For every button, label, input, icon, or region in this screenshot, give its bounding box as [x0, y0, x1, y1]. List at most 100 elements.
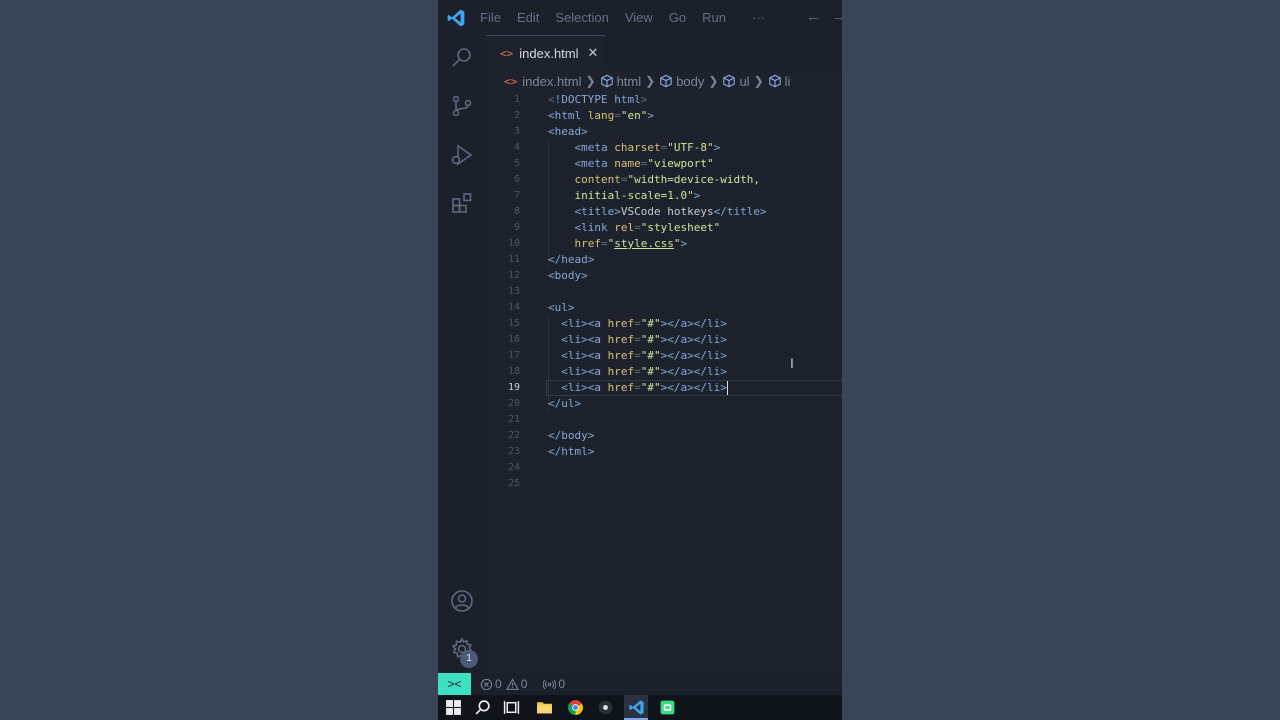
code-line[interactable]: 15 <li><a href="#"></a></li> — [486, 316, 842, 332]
settings-update-badge: 1 — [460, 650, 478, 668]
element-symbol-icon — [768, 74, 781, 88]
line-number: 5 — [513, 158, 520, 169]
close-tab-icon[interactable]: ✕ — [588, 45, 599, 61]
code-line[interactable]: 3 <head> — [486, 124, 842, 140]
attr-value: "width=device-width, — [627, 173, 760, 186]
explorer-search-icon[interactable] — [450, 46, 474, 70]
menu-selection[interactable]: Selection — [555, 10, 608, 25]
vscode-logo-icon[interactable] — [446, 8, 466, 28]
remote-window-icon[interactable]: >< — [438, 673, 471, 695]
breadcrumb-item-ul[interactable]: ul — [739, 74, 749, 89]
code-line[interactable]: 25 — [486, 476, 842, 492]
menu-view[interactable]: View — [625, 10, 653, 25]
code-line[interactable]: 18 <li><a href="#"></a></li> — [486, 364, 842, 380]
file-explorer-icon[interactable] — [536, 699, 553, 716]
mouse-ibeam-cursor-icon: I — [790, 355, 794, 371]
title-text: VSCode hotkeys — [620, 205, 714, 218]
breadcrumb-item-file[interactable]: index.html — [522, 74, 581, 89]
warning-icon — [505, 677, 519, 690]
code-line[interactable]: 14 <ul> — [486, 300, 842, 316]
status-bar: >< 0 0 0 — [438, 673, 842, 695]
line-number: 7 — [513, 190, 520, 201]
attr-value: "#" — [640, 317, 661, 330]
line-number: 11 — [507, 254, 520, 265]
code-line[interactable]: 12 <body> — [486, 268, 842, 284]
code-line[interactable]: 22 </body> — [486, 428, 842, 444]
stylesheet-link[interactable]: style.css — [614, 237, 674, 250]
breadcrumb-item-li[interactable]: li — [785, 74, 791, 89]
element-symbol-icon — [723, 74, 736, 88]
text-cursor — [726, 381, 728, 395]
chrome-icon[interactable] — [567, 699, 584, 716]
chevron-right-icon: ❯ — [645, 74, 656, 88]
warning-count: 0 — [520, 677, 528, 691]
code-line[interactable]: 5 <meta name="viewport" — [486, 156, 842, 172]
ports-status[interactable]: 0 — [543, 677, 565, 691]
menu-file[interactable]: File — [480, 10, 501, 25]
code-line[interactable]: 24 — [486, 460, 842, 476]
code-line[interactable]: 13 — [486, 284, 842, 300]
editor-area: <> index.html ✕ <> index.html ❯ html ❯ b… — [486, 35, 842, 673]
code-line[interactable]: 17 <li><a href="#"></a></li> — [486, 348, 842, 364]
navigate-forward-icon[interactable]: → — [832, 8, 842, 25]
line-number: 15 — [507, 318, 520, 329]
task-view-icon[interactable] — [503, 699, 520, 716]
element-symbol-icon — [600, 74, 613, 88]
android-studio-icon[interactable] — [659, 699, 676, 716]
chevron-right-icon: ❯ — [753, 74, 764, 88]
taskbar-search-icon[interactable] — [474, 699, 491, 716]
vscode-taskbar-icon[interactable] — [628, 699, 645, 716]
menu-run[interactable]: Run — [702, 10, 726, 25]
code-line[interactable]: 9 <link rel="stylesheet" — [486, 220, 842, 236]
attr-value: "UTF-8" — [667, 141, 714, 154]
windows-start-icon[interactable] — [445, 699, 462, 716]
menu-more-icon[interactable]: ··· — [752, 10, 765, 25]
broadcast-icon — [543, 679, 557, 689]
navigate-back-icon[interactable]: ← — [806, 8, 821, 25]
tab-bar: <> index.html ✕ — [486, 35, 842, 70]
line-number: 9 — [513, 222, 520, 233]
tab-index-html[interactable]: <> index.html ✕ — [486, 35, 605, 70]
code-line[interactable]: 21 — [486, 412, 842, 428]
extensions-icon[interactable] — [450, 191, 474, 215]
code-line-current[interactable]: 19 <li><a href="#"></a></li> — [486, 380, 842, 396]
code-line[interactable]: 1 <!DOCTYPE html> — [486, 92, 842, 108]
code-line[interactable]: 20 </ul> — [486, 396, 842, 412]
code-line[interactable]: 8 <title>VSCode hotkeys</title> — [486, 204, 842, 220]
account-icon[interactable] — [450, 589, 474, 613]
line-number: 4 — [513, 142, 520, 153]
line-number: 24 — [507, 462, 520, 473]
run-debug-icon[interactable] — [450, 143, 474, 167]
line-number: 19 — [507, 382, 520, 393]
line-number: 14 — [507, 302, 520, 313]
code-line[interactable]: 6 content="width=device-width, — [486, 172, 842, 188]
attr-value: initial-scale=1.0" — [574, 189, 694, 202]
breadcrumb: <> index.html ❯ html ❯ body ❯ ul ❯ li — [486, 70, 842, 92]
source-control-icon[interactable] — [450, 94, 474, 118]
tab-label: index.html — [519, 45, 579, 61]
code-line[interactable]: 16 <li><a href="#"></a></li> — [486, 332, 842, 348]
title-bar: File Edit Selection View Go Run ··· ← → — [438, 0, 842, 35]
activity-bar: 1 — [438, 35, 486, 673]
breadcrumb-item-body[interactable]: body — [676, 74, 704, 89]
line-number: 12 — [507, 270, 520, 281]
code-line[interactable]: 4 <meta charset="UTF-8"> — [486, 140, 842, 156]
code-line[interactable]: 11 </head> — [486, 252, 842, 268]
problems-status[interactable]: 0 0 — [480, 677, 527, 691]
doctype-keyword: !DOCTYPE html — [554, 93, 641, 106]
code-line[interactable]: 7 initial-scale=1.0"> — [486, 188, 842, 204]
menu-edit[interactable]: Edit — [517, 10, 539, 25]
attr-value: "#" — [640, 333, 661, 346]
obs-recorder-icon[interactable] — [597, 699, 614, 716]
code-line[interactable]: 23 </html> — [486, 444, 842, 460]
code-editor[interactable]: 1 <!DOCTYPE html> 2 <html lang="en"> 3 <hea… — [486, 92, 842, 492]
breadcrumb-item-html[interactable]: html — [617, 74, 642, 89]
line-number: 2 — [513, 110, 520, 121]
code-line[interactable]: 10 href="style.css"> — [486, 236, 842, 252]
element-symbol-icon — [660, 74, 673, 88]
code-line[interactable]: 2 <html lang="en"> — [486, 108, 842, 124]
attr-value: "viewport" — [647, 157, 714, 170]
line-number: 22 — [507, 430, 520, 441]
menu-go[interactable]: Go — [669, 10, 686, 25]
line-number: 20 — [507, 398, 520, 409]
